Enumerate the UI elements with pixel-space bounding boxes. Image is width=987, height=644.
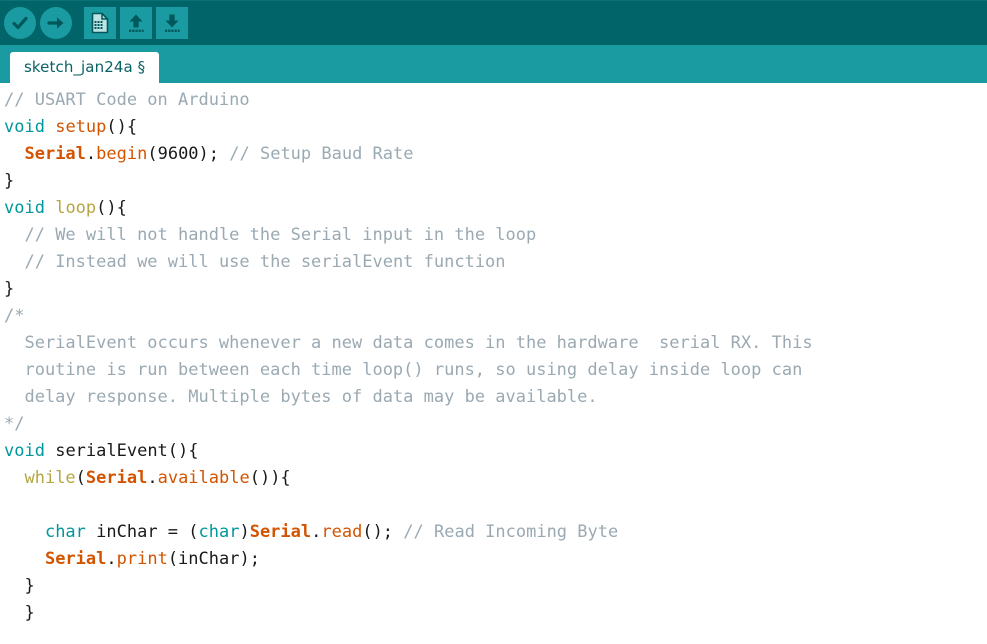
code-line: */ — [4, 411, 987, 438]
code-token: Serial — [24, 144, 86, 164]
code-token: Serial — [249, 522, 312, 542]
code-line: delay response. Multiple bytes of data m… — [4, 384, 987, 411]
code-token: (){ — [96, 198, 127, 218]
code-token: ( — [147, 144, 158, 164]
code-token: (inChar); — [167, 549, 260, 569]
code-token: ( — [75, 468, 86, 488]
code-token: } — [4, 576, 35, 596]
right-arrow-icon — [47, 17, 64, 29]
code-token: ); — [198, 144, 230, 164]
code-token: /* — [4, 306, 25, 326]
code-token: delay response. Multiple bytes of data m… — [4, 387, 598, 407]
code-token: } — [4, 603, 35, 623]
tab-sketch[interactable]: sketch_jan24a § — [10, 51, 160, 83]
check-icon — [12, 16, 28, 30]
code-token: ()){ — [249, 468, 291, 488]
code-token: } — [4, 279, 15, 299]
code-token: print — [116, 549, 168, 569]
code-token: routine is run between each time loop() … — [4, 360, 803, 380]
code-line: char inChar = (char)Serial.read(); // Re… — [4, 519, 987, 546]
open-sketch-button[interactable] — [120, 7, 152, 39]
code-token: SerialEvent occurs whenever a new data c… — [4, 333, 813, 353]
code-editor[interactable]: // USART Code on Arduino void setup(){ Se… — [0, 83, 987, 644]
document-icon — [91, 12, 109, 34]
code-token: (); — [362, 522, 404, 542]
code-line: routine is run between each time loop() … — [4, 357, 987, 384]
code-line: } — [4, 573, 987, 600]
code-line: Serial.print(inChar); — [4, 546, 987, 573]
code-token: loop — [55, 198, 97, 218]
code-token: . — [311, 522, 322, 542]
code-token: available — [157, 468, 250, 488]
code-token: . — [106, 549, 117, 569]
code-token: void — [4, 198, 45, 218]
upload-button[interactable] — [40, 7, 72, 39]
code-token: void — [4, 117, 45, 137]
new-sketch-button[interactable] — [84, 7, 116, 39]
code-line: /* — [4, 303, 987, 330]
code-line: // We will not handle the Serial input i… — [4, 222, 987, 249]
code-line: } — [4, 276, 987, 303]
arrow-up-icon — [129, 14, 144, 32]
code-token: */ — [4, 414, 25, 434]
save-sketch-button[interactable] — [156, 7, 188, 39]
arrow-down-icon — [165, 14, 180, 32]
code-token: begin — [96, 144, 148, 164]
code-token: } — [4, 171, 15, 191]
code-token: Serial — [85, 468, 148, 488]
code-token: read — [321, 522, 363, 542]
code-line: SerialEvent occurs whenever a new data c… — [4, 330, 987, 357]
code-token: 9600 — [157, 144, 199, 164]
code-token: . — [147, 468, 158, 488]
code-token: Serial — [44, 549, 107, 569]
code-line: // USART Code on Arduino — [4, 87, 987, 114]
code-token: // USART Code on Arduino — [4, 90, 250, 110]
code-token: setup — [55, 117, 107, 137]
code-token: // Setup Baud Rate — [229, 144, 414, 164]
code-token: ) — [239, 522, 250, 542]
code-token: void — [4, 441, 45, 461]
code-token: char — [198, 522, 240, 542]
code-line: // Instead we will use the serialEvent f… — [4, 249, 987, 276]
code-line: void setup(){ — [4, 114, 987, 141]
code-token: // We will not handle the Serial input i… — [24, 225, 537, 245]
code-token: char — [44, 522, 86, 542]
code-token: // Read Incoming Byte — [403, 522, 619, 542]
verify-button[interactable] — [4, 7, 36, 39]
code-token: (){ — [167, 441, 199, 461]
code-line: } — [4, 168, 987, 195]
code-content[interactable]: // USART Code on Arduino void setup(){ Se… — [4, 87, 987, 627]
code-token: // Instead we will use the serialEvent f… — [24, 252, 506, 272]
code-token: while — [24, 468, 76, 488]
code-line: while(Serial.available()){ — [4, 465, 987, 492]
code-line: Serial.begin(9600); // Setup Baud Rate — [4, 141, 987, 168]
tab-strip: sketch_jan24a § — [0, 45, 987, 83]
code-line: } — [4, 600, 987, 627]
code-token: inChar = ( — [85, 522, 199, 542]
code-token: (){ — [106, 117, 138, 137]
code-line: void serialEvent(){ — [4, 438, 987, 465]
code-token: . — [85, 144, 97, 164]
arduino-ide-window: sketch_jan24a § // USART Code on Arduino… — [0, 0, 987, 644]
toolbar — [0, 0, 987, 45]
code-token: serialEvent — [55, 441, 168, 461]
code-line: void loop(){ — [4, 195, 987, 222]
